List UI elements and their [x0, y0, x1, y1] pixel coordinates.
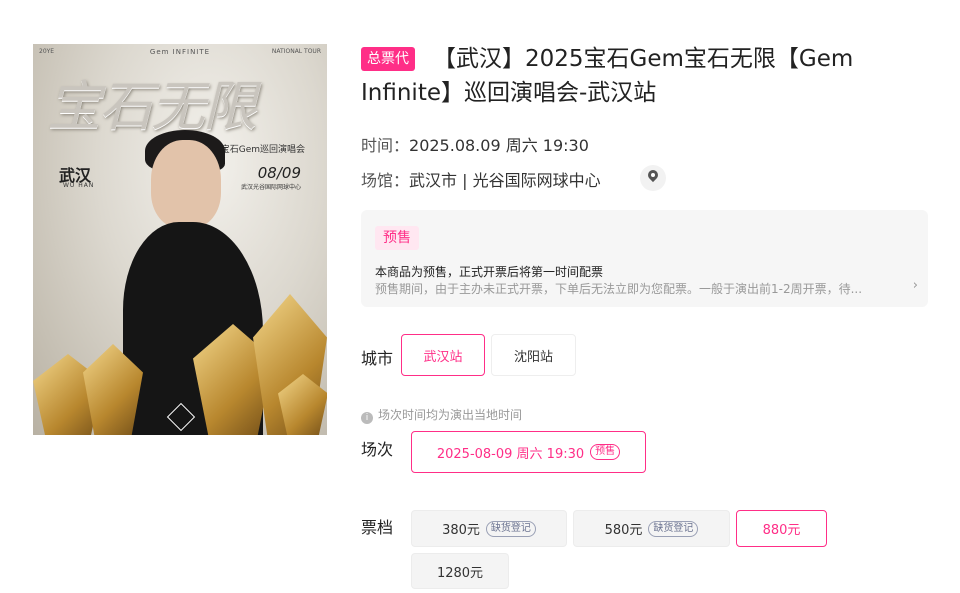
- chevron-right-icon[interactable]: ›: [913, 278, 918, 293]
- poster-logo-title: 宝石无限: [47, 75, 257, 138]
- venue-label: 场馆：: [361, 171, 410, 190]
- time-value: 2025.08.09 周六 19:30: [409, 136, 589, 155]
- session-note-text: 场次时间均为演出当地时间: [378, 408, 523, 422]
- city-option-wuhan[interactable]: 武汉站: [401, 334, 485, 376]
- city-label: 城市: [361, 349, 394, 368]
- poster-city-en: WU HAN: [63, 182, 95, 189]
- price-value: 880元: [762, 523, 801, 538]
- agent-tag: 总票代: [361, 47, 415, 71]
- presale-summary: 本商品为预售，正式开票后将第一时间配票: [375, 265, 604, 279]
- location-pin-icon[interactable]: [640, 165, 666, 191]
- price-value: 580元: [604, 523, 643, 538]
- venue-value: 武汉市 | 光谷国际网球中心: [409, 171, 601, 190]
- presale-notice[interactable]: 预售 本商品为预售，正式开票后将第一时间配票 预售期间，由于主办未正式开票，下单…: [361, 210, 928, 307]
- session-label: 场次: [361, 440, 394, 459]
- city-option-shenyang[interactable]: 沈阳站: [491, 334, 576, 376]
- presale-detail: 预售期间，由于主办未正式开票，下单后无法立即为您配票。一般于演出前1-2周开票，…: [375, 282, 863, 296]
- price-option-1280[interactable]: 1280元: [411, 553, 509, 589]
- poster-venue: 武汉光谷国际网球中心: [240, 184, 301, 191]
- time-label: 时间：: [361, 136, 410, 155]
- poster-top-right: NATIONAL TOUR: [271, 48, 321, 55]
- info-icon: i: [361, 412, 373, 424]
- poster-subtitle: 宝石Gem巡回演唱会: [220, 145, 305, 155]
- out-of-stock-badge: 缺货登记: [648, 520, 699, 537]
- poster-date: 08/09: [257, 164, 301, 182]
- event-title: 【武汉】2025宝石Gem宝石无限【Gem Infinite】巡回演唱会-武汉站: [361, 46, 854, 106]
- price-label: 票档: [361, 518, 394, 537]
- price-option-380[interactable]: 380元 缺货登记: [411, 510, 567, 547]
- out-of-stock-badge: 缺货登记: [485, 520, 536, 537]
- price-value: 380元: [442, 523, 480, 538]
- session-option[interactable]: 2025-08-09 周六 19:30 预售: [411, 431, 646, 473]
- session-option-text: 2025-08-09 周六 19:30: [436, 446, 585, 462]
- event-poster: 20YE Gem INFINITE NATIONAL TOUR 宝石无限 宝石G…: [33, 44, 327, 435]
- price-option-580[interactable]: 580元 缺货登记: [573, 510, 730, 547]
- price-value: 1280元: [436, 565, 484, 581]
- price-option-880[interactable]: 880元: [736, 510, 827, 547]
- session-presale-badge: 预售: [590, 444, 621, 460]
- time-row: 时间：2025.08.09 周六 19:30: [361, 132, 589, 156]
- venue-row: 场馆：武汉市 | 光谷国际网球中心: [361, 167, 601, 191]
- poster-artist-face: [151, 140, 221, 228]
- session-note: i 场次时间均为演出当地时间: [361, 406, 522, 424]
- presale-tag: 预售: [375, 226, 419, 250]
- poster-top-line: 20YE Gem INFINITE NATIONAL TOUR: [33, 48, 327, 58]
